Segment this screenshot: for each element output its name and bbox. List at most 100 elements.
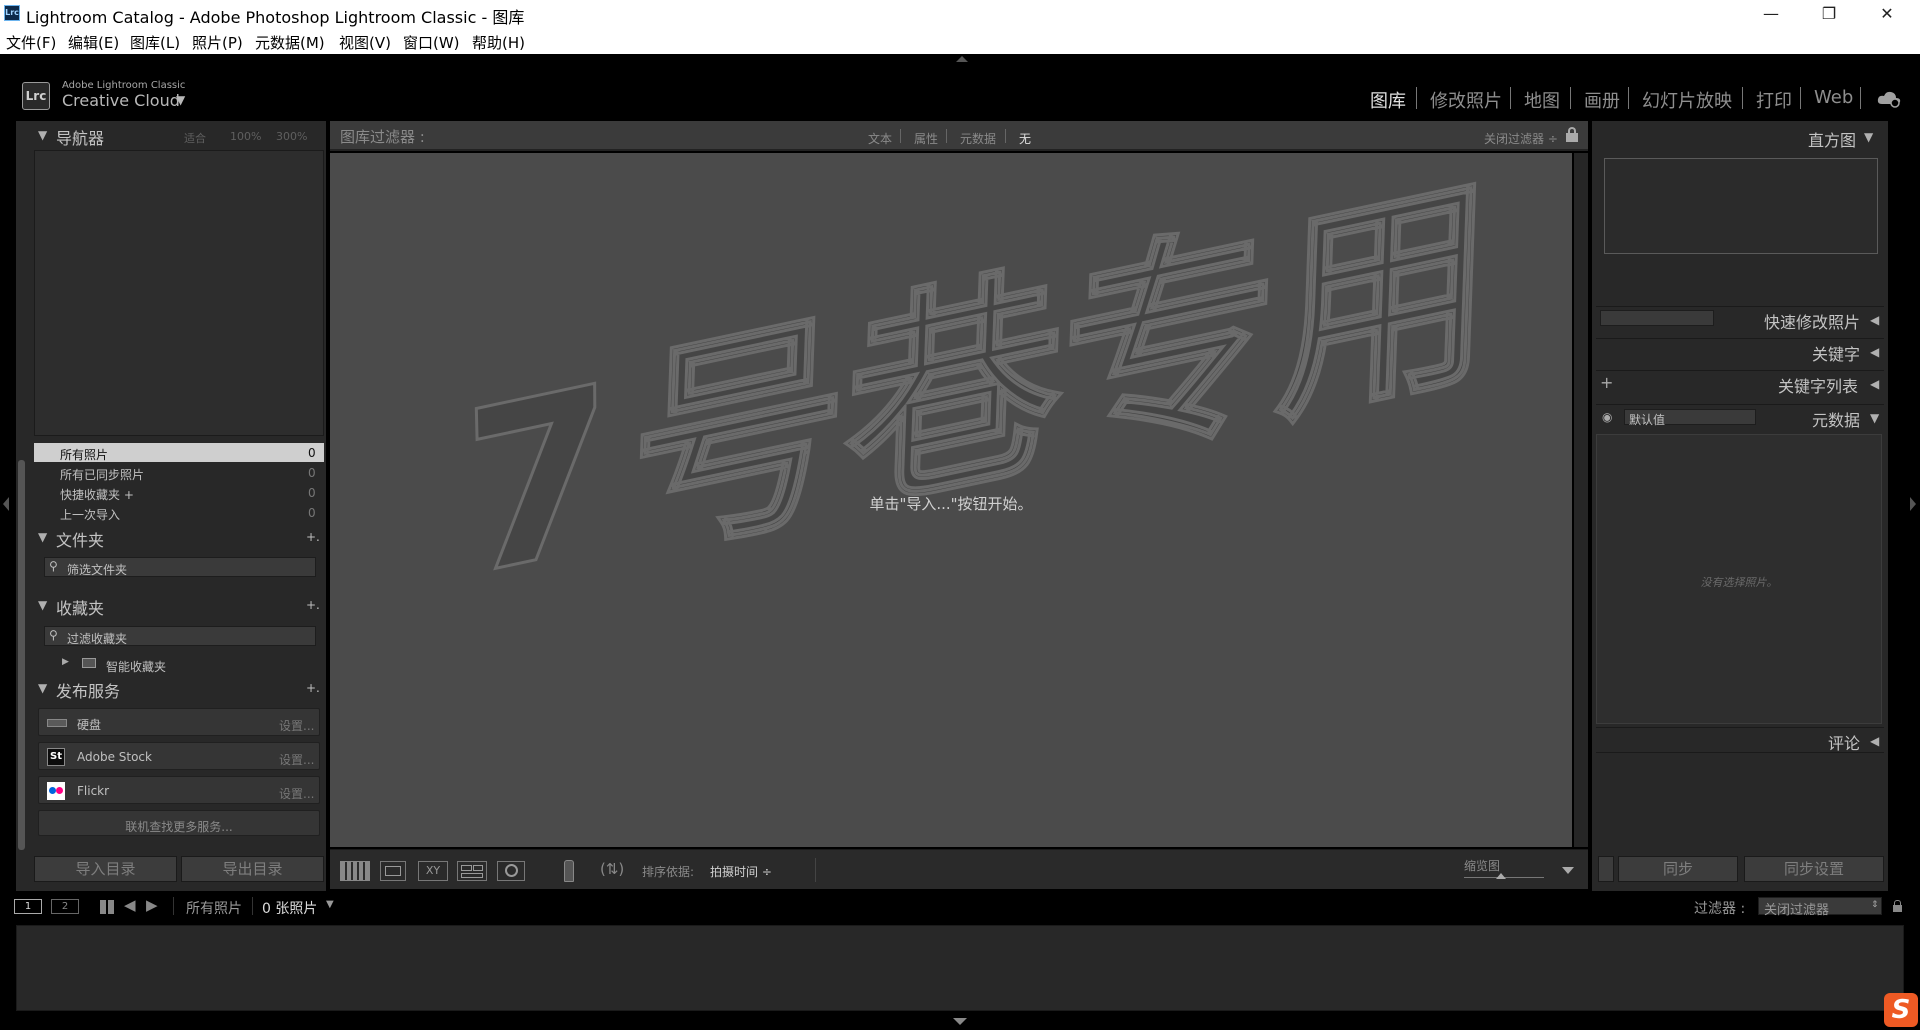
identity-plate: [0, 54, 1920, 120]
add-folder-icon[interactable]: +.: [306, 530, 320, 544]
painter-spray-icon[interactable]: [564, 860, 574, 882]
module-print[interactable]: 打印: [1756, 87, 1792, 113]
collapse-right-arrow-icon[interactable]: [1910, 497, 1916, 511]
keyword-list-header[interactable]: + 关键字列表 ◀: [1596, 370, 1884, 396]
publish-settings-link[interactable]: 设置...: [279, 751, 314, 768]
menu-file[interactable]: 文件(F): [6, 32, 56, 53]
module-slideshow[interactable]: 幻灯片放映: [1642, 87, 1732, 113]
export-button[interactable]: 导出目录: [181, 856, 324, 882]
publish-flickr[interactable]: Flickr 设置...: [38, 776, 320, 804]
eye-icon[interactable]: ◉: [1602, 410, 1612, 424]
sort-dropdown[interactable]: 拍摄时间 ÷: [710, 863, 772, 880]
loupe-view-icon[interactable]: [380, 861, 406, 881]
filter-preset-dropdown[interactable]: 关闭过滤器 ÷: [1484, 130, 1558, 147]
module-book[interactable]: 画册: [1584, 87, 1620, 113]
publish-adobe-stock[interactable]: St Adobe Stock 设置...: [38, 742, 320, 770]
toolbar-menu-icon[interactable]: [1562, 867, 1574, 874]
expand-triangle-icon[interactable]: ▶: [62, 657, 69, 667]
publish-settings-link[interactable]: 设置...: [279, 785, 314, 802]
filmstrip-photo-count[interactable]: 0 张照片: [262, 898, 317, 918]
menu-metadata[interactable]: 元数据(M): [255, 32, 325, 53]
maximize-button[interactable]: ❐: [1800, 0, 1858, 28]
sync-toggle-switch[interactable]: [1598, 856, 1614, 882]
source-dropdown-icon[interactable]: ▼: [326, 899, 334, 910]
publish-hard-drive[interactable]: 硬盘 设置...: [38, 708, 320, 736]
sync-settings-button[interactable]: 同步设置: [1744, 856, 1884, 882]
folder-filter-input[interactable]: ⚲ 筛选文件夹: [44, 557, 316, 577]
publish-settings-link[interactable]: 设置...: [279, 717, 314, 734]
zoom-100[interactable]: 100%: [230, 130, 261, 143]
brand-name[interactable]: Creative Cloud: [62, 91, 180, 110]
publish-header[interactable]: ▼ 发布服务 +.: [32, 677, 324, 701]
people-view-icon[interactable]: [497, 861, 525, 881]
filter-lock-icon[interactable]: [1566, 127, 1578, 142]
module-web[interactable]: Web: [1814, 87, 1853, 108]
metadata-preset-dropdown[interactable]: 默认值: [1624, 409, 1756, 427]
hard-drive-icon: [47, 719, 67, 727]
catalog-item-last-import[interactable]: 上一次导入 0: [34, 503, 324, 522]
menu-help[interactable]: 帮助(H): [472, 32, 525, 53]
library-toolbar: XY (⇅) 排序依据: 拍摄时间 ÷ 缩览图: [330, 849, 1588, 889]
compare-view-icon[interactable]: XY: [418, 861, 448, 881]
comments-header[interactable]: 评论 ◀: [1596, 727, 1884, 753]
cloud-sync-icon[interactable]: [1876, 88, 1902, 108]
back-arrow-icon[interactable]: ◀: [124, 896, 136, 914]
grid-view-icon[interactable]: [340, 861, 370, 881]
keywording-header[interactable]: 关键字 ◀: [1596, 338, 1884, 364]
zoom-fit[interactable]: 适合: [184, 130, 206, 146]
menu-photo[interactable]: 照片(P): [192, 32, 243, 53]
filmstrip-source-label[interactable]: 所有照片: [186, 898, 242, 918]
filmstrip-filter-dropdown[interactable]: 关闭过滤器 ⇕: [1758, 897, 1882, 918]
add-publish-icon[interactable]: +.: [306, 681, 320, 695]
metadata-title: 元数据: [1812, 411, 1861, 430]
collapse-left-arrow-icon[interactable]: [3, 497, 9, 511]
collapse-top-arrow-icon[interactable]: [956, 56, 968, 62]
quick-develop-header[interactable]: 快速修改照片 ◀: [1596, 306, 1884, 332]
main-screen-button[interactable]: 1: [14, 899, 42, 914]
survey-view-icon[interactable]: [457, 861, 487, 881]
grid-view-icon[interactable]: [100, 900, 114, 914]
find-more-services-button[interactable]: 联机查找更多服务...: [38, 810, 320, 836]
menu-edit[interactable]: 编辑(E): [68, 32, 119, 53]
menu-window[interactable]: 窗口(W): [403, 32, 460, 53]
minimize-button[interactable]: —: [1742, 0, 1800, 28]
catalog-item-all-photos[interactable]: 所有照片 0: [34, 443, 324, 462]
slider-thumb-icon[interactable]: [1496, 873, 1506, 879]
metadata-header[interactable]: ◉ 默认值 元数据 ▼: [1596, 404, 1884, 430]
smart-collection-row[interactable]: ▶ 智能收藏夹: [34, 655, 324, 674]
collapse-bottom-arrow-icon[interactable]: [953, 1018, 967, 1025]
collection-filter-input[interactable]: ⚲ 过滤收藏夹: [44, 626, 316, 646]
close-button[interactable]: ✕: [1858, 0, 1916, 28]
sort-direction-icon[interactable]: (⇅): [600, 860, 624, 878]
histogram-header[interactable]: 直方图 ▼: [1592, 124, 1884, 150]
module-develop[interactable]: 修改照片: [1430, 87, 1502, 113]
filter-tab-attribute[interactable]: 属性: [914, 130, 938, 147]
sync-button[interactable]: 同步: [1618, 856, 1738, 882]
folders-header[interactable]: ▼ 文件夹 +.: [32, 526, 324, 550]
filter-tab-metadata[interactable]: 元数据: [960, 130, 996, 147]
forward-arrow-icon[interactable]: ▶: [146, 896, 158, 914]
add-collection-icon[interactable]: +.: [306, 598, 320, 612]
navigator-header[interactable]: ▼ 导航器 适合 100% 300%: [32, 124, 324, 148]
zoom-300[interactable]: 300%: [276, 130, 307, 143]
left-panel-scrollbar[interactable]: [18, 460, 25, 850]
menu-view[interactable]: 视图(V): [339, 32, 391, 53]
module-map[interactable]: 地图: [1524, 87, 1560, 113]
catalog-item-synced[interactable]: 所有已同步照片 0: [34, 463, 324, 482]
collection-filter-placeholder: 过滤收藏夹: [67, 632, 128, 646]
collections-header[interactable]: ▼ 收藏夹 +.: [32, 594, 324, 618]
filter-tab-text[interactable]: 文本: [868, 130, 892, 147]
import-button[interactable]: 导入目录: [34, 856, 177, 882]
catalog-item-quick-collection[interactable]: 快捷收藏夹 + 0: [34, 483, 324, 502]
identity-dropdown-icon[interactable]: ▼: [176, 93, 185, 107]
grid-scrollbar-track[interactable]: [1574, 153, 1588, 847]
saved-preset-dropdown[interactable]: [1600, 310, 1714, 326]
menu-library[interactable]: 图库(L): [130, 32, 180, 53]
module-library[interactable]: 图库: [1370, 87, 1406, 113]
filter-lock-icon[interactable]: [1893, 900, 1902, 912]
filter-tab-none[interactable]: 无: [1019, 130, 1031, 147]
secondary-screen-button[interactable]: 2: [51, 899, 79, 914]
ime-logo-icon[interactable]: S: [1884, 993, 1918, 1027]
filmstrip[interactable]: [16, 925, 1904, 1011]
add-keyword-icon[interactable]: +: [1600, 373, 1613, 392]
